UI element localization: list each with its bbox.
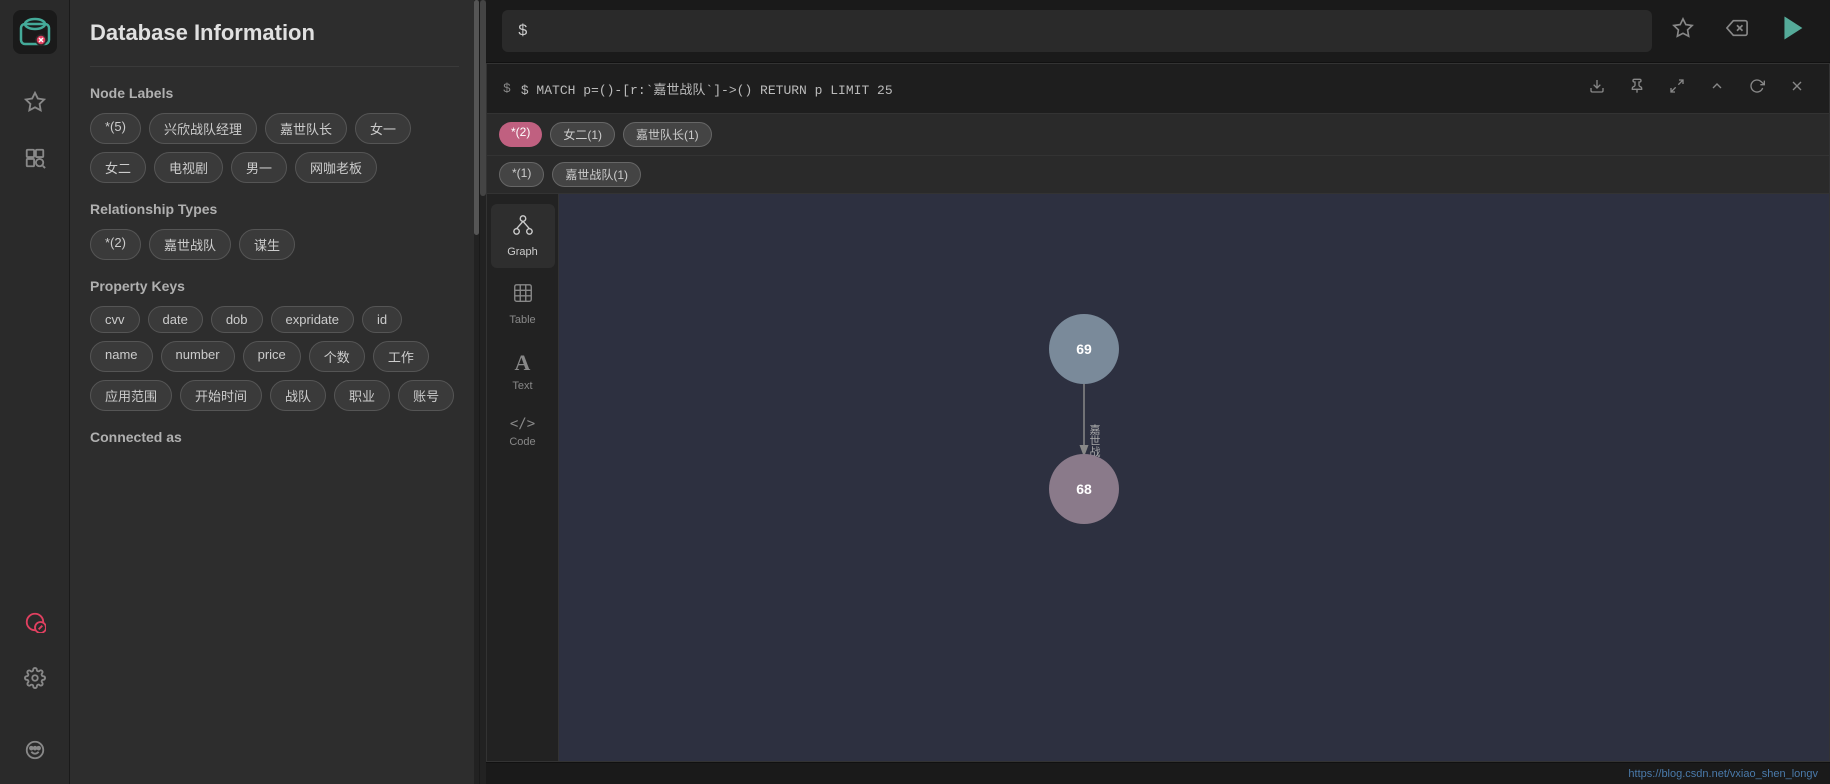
tag-node-nv2[interactable]: 女二 bbox=[90, 152, 146, 183]
tab-table-label: Table bbox=[509, 314, 535, 326]
tag-prop-cvv[interactable]: cvv bbox=[90, 306, 140, 333]
graph-node-69[interactable]: 69 bbox=[1049, 314, 1119, 384]
tag-prop-zhanghao[interactable]: 账号 bbox=[398, 380, 454, 411]
filter-row-2: *(1) 嘉世战队(1) bbox=[487, 156, 1829, 194]
graph-canvas: 嘉世战队 69 68 bbox=[559, 194, 1829, 761]
tab-code[interactable]: </> Code bbox=[491, 406, 555, 458]
pin-result-button[interactable] bbox=[1621, 74, 1653, 103]
tag-node-xingxin[interactable]: 兴欣战队经理 bbox=[149, 113, 257, 144]
filter-badge-wildcard-2[interactable]: *(2) bbox=[499, 122, 542, 147]
sidebar-item-settings[interactable] bbox=[17, 660, 53, 696]
tag-node-jiashi[interactable]: 嘉世队长 bbox=[265, 113, 347, 144]
tag-prop-yingyong[interactable]: 应用范围 bbox=[90, 380, 172, 411]
sidebar-scroll-thumb[interactable] bbox=[480, 0, 486, 196]
result-header-actions bbox=[1581, 74, 1813, 103]
graph-svg: 嘉世战队 bbox=[559, 194, 1829, 761]
tag-prop-gongzuo[interactable]: 工作 bbox=[373, 341, 429, 372]
tag-rel-wildcard[interactable]: *(2) bbox=[90, 229, 141, 260]
query-actions bbox=[1664, 11, 1814, 51]
refresh-result-button[interactable] bbox=[1741, 74, 1773, 103]
app-logo bbox=[13, 10, 57, 54]
run-query-button[interactable] bbox=[1772, 11, 1814, 51]
status-bar: https://blog.csdn.net/vxiao_shen_longv bbox=[486, 762, 1830, 784]
tag-node-nv1[interactable]: 女一 bbox=[355, 113, 411, 144]
node-labels-tags: *(5) 兴欣战队经理 嘉世队长 女一 女二 电视剧 男一 网咖老板 bbox=[90, 113, 459, 183]
divider-1 bbox=[90, 66, 459, 67]
tag-rel-jiashi[interactable]: 嘉世战队 bbox=[149, 229, 231, 260]
tag-prop-geshu[interactable]: 个数 bbox=[309, 341, 365, 372]
tag-prop-name[interactable]: name bbox=[90, 341, 153, 372]
query-bar bbox=[486, 0, 1830, 63]
filter-badge-wildcard-1[interactable]: *(1) bbox=[499, 162, 544, 187]
tag-prop-date[interactable]: date bbox=[148, 306, 203, 333]
tab-table[interactable]: Table bbox=[491, 272, 555, 336]
text-tab-icon: A bbox=[515, 350, 531, 376]
filter-badge-jiashi-captain[interactable]: 嘉世队长(1) bbox=[623, 122, 712, 147]
tab-graph[interactable]: Graph bbox=[491, 204, 555, 268]
favorite-query-button[interactable] bbox=[1664, 13, 1702, 49]
sidebar-item-plugins[interactable] bbox=[17, 732, 53, 768]
tag-prop-price[interactable]: price bbox=[243, 341, 301, 372]
property-tags: cvv date dob expridate id name number pr… bbox=[90, 306, 459, 411]
tag-prop-number[interactable]: number bbox=[161, 341, 235, 372]
table-tab-icon bbox=[512, 282, 534, 310]
tab-code-label: Code bbox=[509, 436, 535, 448]
code-tab-icon: </> bbox=[510, 416, 535, 432]
sidebar-item-error[interactable] bbox=[17, 604, 53, 640]
logo-icon bbox=[17, 14, 53, 50]
relationship-tags: *(2) 嘉世战队 谋生 bbox=[90, 229, 459, 260]
status-url: https://blog.csdn.net/vxiao_shen_longv bbox=[1628, 768, 1818, 780]
clear-query-button[interactable] bbox=[1718, 13, 1756, 49]
tab-graph-label: Graph bbox=[507, 246, 538, 258]
node-labels-heading: Node Labels bbox=[90, 85, 459, 101]
tab-text[interactable]: A Text bbox=[491, 340, 555, 402]
tag-node-wangka[interactable]: 网咖老板 bbox=[295, 152, 377, 183]
sidebar-item-search[interactable] bbox=[17, 140, 53, 176]
tag-prop-id[interactable]: id bbox=[362, 306, 402, 333]
close-result-button[interactable] bbox=[1781, 74, 1813, 103]
icon-rail bbox=[0, 0, 70, 784]
tag-node-nan1[interactable]: 男一 bbox=[231, 152, 287, 183]
query-input[interactable] bbox=[502, 10, 1652, 52]
result-header: $ $ MATCH p=()-[r:`嘉世战队`]->() RETURN p L… bbox=[487, 64, 1829, 114]
sidebar-scrollbar[interactable] bbox=[474, 0, 479, 784]
expand-result-button[interactable] bbox=[1661, 74, 1693, 103]
sidebar-item-favorites[interactable] bbox=[17, 84, 53, 120]
relationship-types-heading: Relationship Types bbox=[90, 201, 459, 217]
result-query-text: $ MATCH p=()-[r:`嘉世战队`]->() RETURN p LIM… bbox=[521, 79, 1571, 98]
tag-node-wildcard[interactable]: *(5) bbox=[90, 113, 141, 144]
property-keys-heading: Property Keys bbox=[90, 278, 459, 294]
sidebar-title: Database Information bbox=[90, 20, 459, 46]
view-area: Graph Table A bbox=[487, 194, 1829, 761]
tag-rel-mousheng[interactable]: 谋生 bbox=[239, 229, 295, 260]
sidebar-scroll-track bbox=[480, 0, 486, 784]
connected-as-heading: Connected as bbox=[90, 429, 459, 445]
result-panel: $ $ MATCH p=()-[r:`嘉世战队`]->() RETURN p L… bbox=[486, 63, 1830, 762]
tag-prop-expridate[interactable]: expridate bbox=[271, 306, 354, 333]
sidebar-panel: Database Information Node Labels *(5) 兴欣… bbox=[70, 0, 480, 784]
tag-prop-zhandui[interactable]: 战队 bbox=[270, 380, 326, 411]
download-result-button[interactable] bbox=[1581, 74, 1613, 103]
tag-prop-kaishi[interactable]: 开始时间 bbox=[180, 380, 262, 411]
graph-node-68[interactable]: 68 bbox=[1049, 454, 1119, 524]
graph-tab-icon bbox=[512, 214, 534, 242]
tag-prop-dob[interactable]: dob bbox=[211, 306, 263, 333]
filter-row-1: *(2) 女二(1) 嘉世队长(1) bbox=[487, 114, 1829, 156]
scroll-up-button[interactable] bbox=[1701, 74, 1733, 103]
tag-node-tv[interactable]: 电视剧 bbox=[154, 152, 223, 183]
filter-badge-nv2[interactable]: 女二(1) bbox=[550, 122, 615, 147]
view-tabs: Graph Table A bbox=[487, 194, 559, 761]
tag-prop-zhiye[interactable]: 职业 bbox=[334, 380, 390, 411]
tab-text-label: Text bbox=[512, 380, 532, 392]
main-panel: $ $ MATCH p=()-[r:`嘉世战队`]->() RETURN p L… bbox=[486, 0, 1830, 784]
filter-badge-jiashi-team[interactable]: 嘉世战队(1) bbox=[552, 162, 641, 187]
